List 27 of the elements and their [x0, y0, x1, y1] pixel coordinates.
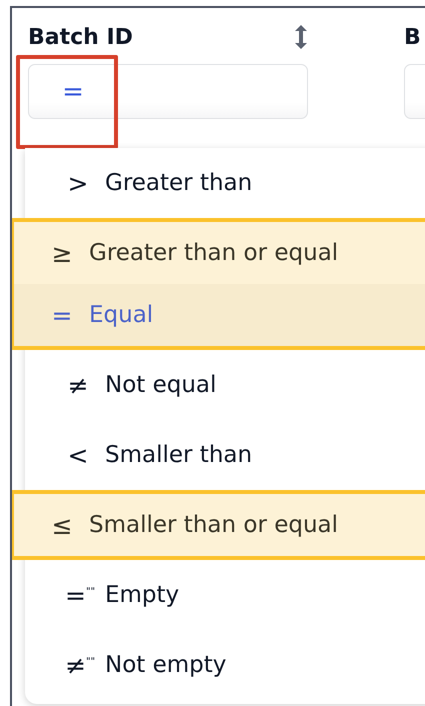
operator-label: Equal [89, 302, 154, 328]
sort-icon[interactable] [294, 24, 308, 50]
operator-button[interactable]: = [29, 65, 118, 118]
menu-item[interactable]: > Greater than [25, 148, 425, 218]
operator-symbol: ≤ [50, 510, 74, 540]
operator-symbol: ≥ [50, 238, 74, 268]
menu-item[interactable]: ≥ Greater than or equal [14, 222, 425, 284]
menu-item[interactable]: < Smaller than [25, 420, 425, 490]
operator-symbol: = [50, 300, 74, 330]
operator-symbol: > [66, 168, 90, 198]
operator-label: Empty [105, 582, 180, 608]
operator-label: Greater than [105, 170, 252, 196]
column-title: B [404, 24, 421, 50]
operator-label: Smaller than or equal [89, 512, 338, 538]
column-title: Batch ID [28, 24, 133, 50]
menu-item[interactable]: = Equal [14, 284, 425, 346]
menu-item[interactable]: ≤ Smaller than or equal [14, 494, 425, 556]
operator-label: Greater than or equal [89, 240, 338, 266]
operator-label: Not equal [105, 372, 216, 398]
menu-item[interactable]: =$^{""}$ Empty [25, 560, 425, 630]
operator-label: Smaller than [105, 442, 252, 468]
filter-field[interactable]: = [28, 64, 308, 119]
menu-item[interactable]: ≠ Not equal [25, 350, 425, 420]
menu-item[interactable]: ≠$^{""}$ Not empty [25, 630, 425, 700]
operator-symbol: ≠ [66, 370, 90, 400]
operator-symbol: < [66, 440, 90, 470]
operator-label: Not empty [105, 652, 226, 678]
